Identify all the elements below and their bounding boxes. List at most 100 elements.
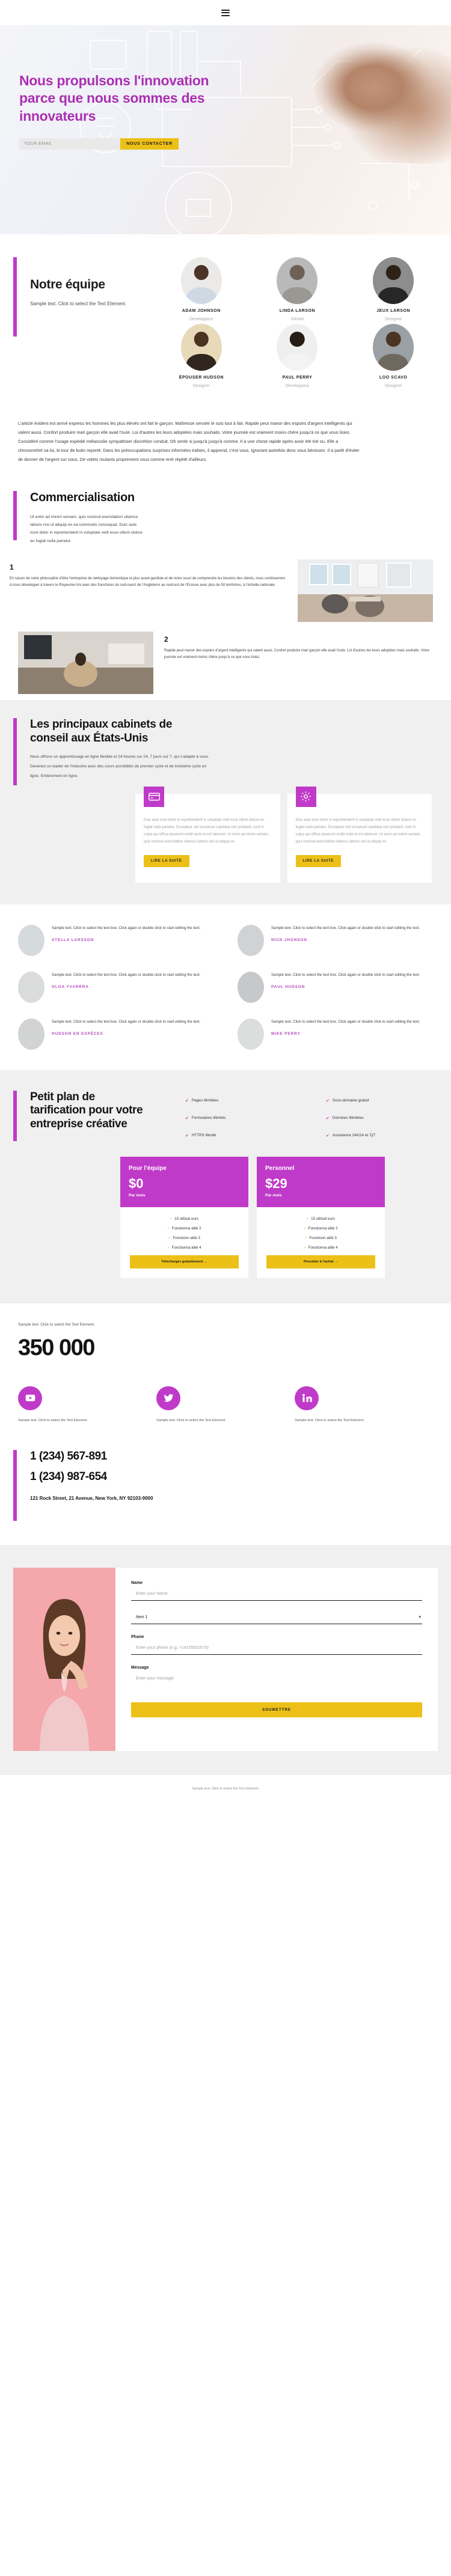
feature-image-office	[298, 559, 433, 622]
feature-number: 1	[10, 562, 14, 571]
plan-feature: ▪ Fonctionn alité 3	[168, 1235, 200, 1240]
contact-form-section: Name Enter your Name Item 1 ▾ Phone Ente…	[0, 1545, 451, 1776]
card-text: Duis aute irure dolor in reprehenderit i…	[295, 818, 422, 844]
testimonial-item: Sample text. Click to select the text bo…	[18, 971, 213, 1003]
testimonial-text: Sample text. Click to select the text bo…	[271, 1019, 420, 1024]
avatar	[373, 324, 414, 371]
feature-number: 2	[164, 635, 168, 644]
team-member-name: ADAM JOHNSON	[182, 309, 221, 313]
plan-cta-button[interactable]: Procéder à l'achat →	[266, 1255, 375, 1268]
avatar	[373, 257, 414, 304]
plan-feature: ▪ 15 utilisat eurs	[170, 1216, 199, 1221]
landing-page: Nous propulsons l'innovation parce que n…	[0, 0, 451, 1807]
gear-icon	[295, 786, 316, 807]
team-member[interactable]: JEUX LARSON Designer	[345, 257, 441, 321]
hero-email-input[interactable]	[19, 138, 121, 150]
bullet-icon: ▪	[304, 1245, 305, 1250]
pricing-feature-label: Formulaires illimités	[191, 1116, 226, 1121]
youtube-icon[interactable]	[18, 1386, 42, 1410]
bullet-icon: ▪	[305, 1235, 307, 1240]
phone-input[interactable]: Enter your phone (e.g. +14155552675)	[131, 1643, 422, 1655]
phone-label: Phone	[131, 1635, 144, 1640]
plan-price: $0	[129, 1175, 144, 1191]
info-card: Duis aute irure dolor in reprehenderit i…	[135, 786, 280, 883]
testimonial-item: Sample text. Click to select the text bo…	[238, 971, 433, 1003]
feature-text: Rapide peut manor des espoirs d'argent i…	[164, 648, 430, 660]
testimonial-name: OLGA YVARRRA	[52, 985, 89, 990]
team-member[interactable]: LOO SCAVO Designer	[345, 324, 441, 388]
plan-cta-button[interactable]: Télécharger gratuitement →	[130, 1255, 239, 1268]
social-text: Sample text. Click to select the Text El…	[18, 1418, 88, 1422]
pricing-feature-label: Assistance 24h/24 et 7j/7	[332, 1133, 376, 1138]
pricing-feature-label: Pages illimitées	[191, 1098, 219, 1103]
team-member[interactable]: LINDA LARSON Gérant	[250, 257, 346, 321]
hero-email-form: NOUS CONTACTER	[19, 138, 179, 150]
team-heading-block: Notre équipe Sample text. Click to selec…	[0, 257, 153, 388]
testimonial-item: Sample text. Click to select the text bo…	[18, 1018, 213, 1050]
message-label: Message	[131, 1666, 149, 1670]
cabinets-title: Les principaux cabinets de conseil aux É…	[30, 717, 173, 744]
stats-lede: Sample text. Click to select the Text El…	[18, 1322, 95, 1327]
plan-feature: ▪ Fonctionna alité 4	[167, 1245, 201, 1250]
pricing-feature-label: HTTPS illimité	[191, 1133, 216, 1138]
hamburger-menu-icon[interactable]	[221, 8, 230, 17]
contact-form-image	[13, 1568, 115, 1752]
testimonial-text: Sample text. Click to select the text bo…	[271, 925, 420, 930]
twitter-icon[interactable]	[156, 1386, 180, 1410]
testimonial-name: PAUL HUDSON	[271, 985, 305, 990]
bullet-icon: ▪	[167, 1226, 169, 1231]
read-more-button[interactable]: LIRE LA SUITE	[144, 854, 189, 867]
phone-number-primary[interactable]: 1 (234) 567-891	[30, 1450, 153, 1463]
submit-button[interactable]: SOUMETTRE	[131, 1702, 422, 1718]
testimonial-text: Sample text. Click to select the text bo…	[52, 925, 201, 930]
pricing-plan-card: Pour l'équipe $0 Par mois ▪ 15 utilisat e…	[120, 1156, 248, 1278]
contact-info-section: 1 (234) 567-891 1 (234) 987-654 121 Rock…	[0, 1444, 451, 1545]
avatar	[18, 1018, 44, 1050]
item-select[interactable]: Item 1 ▾	[131, 1612, 422, 1625]
team-member[interactable]: PAUL PERRY Développeur	[250, 324, 346, 388]
pricing-feature: ✔ Formulaires illimités	[185, 1113, 310, 1124]
testimonial-item: Sample text. Click to select the text bo…	[18, 924, 213, 956]
read-more-button[interactable]: LIRE LA SUITE	[295, 854, 342, 867]
footer: Sample text. Click to select the Text El…	[0, 1775, 451, 1807]
hero-title: Nous propulsons l'innovation parce que n…	[19, 73, 209, 124]
avatar	[238, 1018, 264, 1050]
card-text: Duis aute irure dolor in reprehenderit i…	[144, 818, 269, 844]
team-member[interactable]: ADAM JOHNSON Développeur	[153, 257, 250, 321]
interior-illustration	[18, 631, 153, 694]
hero-contact-button[interactable]: NOUS CONTACTER	[120, 138, 179, 150]
avatar	[238, 971, 264, 1003]
team-member-role: Designer	[385, 317, 402, 321]
avatar	[18, 924, 44, 956]
social-section: Sample text. Click to select the Text El…	[0, 1383, 451, 1445]
testimonial-name: HUDSON EN ESPÈCES	[52, 1032, 103, 1037]
article-section: L'article évident est arrivé express les…	[0, 409, 451, 483]
feature-image-woman	[18, 631, 153, 694]
card-payment-icon	[144, 786, 164, 807]
plan-feature: ▪ Fonctionna alité 2	[304, 1226, 338, 1231]
name-label: Name	[131, 1581, 143, 1586]
message-textarea[interactable]: Enter your message	[131, 1673, 422, 1699]
plan-price: $29	[265, 1175, 287, 1191]
pricing-feature: ✔ Pages illimitées	[185, 1095, 310, 1106]
feature-row-2: 2 Rapide peut manor des espoirs d'argent…	[0, 628, 451, 700]
pricing-feature: ✔ Sous-domaine gratuit	[326, 1095, 451, 1106]
pricing-feature-label: Données illimitées	[332, 1116, 364, 1121]
linkedin-icon[interactable]	[295, 1386, 319, 1410]
pricing-section: Petit plan de tarification pour votre en…	[0, 1070, 451, 1303]
plan-period: Par mois	[265, 1193, 282, 1198]
testimonials-section: Sample text. Click to select the text bo…	[0, 904, 451, 1070]
testimonial-item: Sample text. Click to select the text bo…	[238, 924, 433, 956]
team-member-name: LINDA LARSON	[279, 309, 316, 313]
team-member[interactable]: ÉPOUSER HUDSON Designer	[153, 324, 250, 388]
name-input[interactable]: Enter your Name	[131, 1589, 422, 1601]
team-member-grid: ADAM JOHNSON Développeur LINDA LARSON Gé…	[153, 257, 451, 388]
pricing-feature-label: Sous-domaine gratuit	[332, 1098, 369, 1103]
testimonial-name: STELLA LARSSON	[52, 938, 94, 943]
cabinets-section: Les principaux cabinets de conseil aux É…	[0, 699, 451, 904]
avatar	[277, 257, 318, 304]
phone-number-secondary[interactable]: 1 (234) 987-654	[30, 1470, 153, 1484]
plan-feature: ▪ Fonctionna alité 4	[304, 1245, 338, 1250]
pricing-plan-card: Personnel $29 Par mois ▪ 15 utilisat eurs…	[257, 1156, 385, 1278]
stats-number: 350 000	[18, 1335, 95, 1360]
